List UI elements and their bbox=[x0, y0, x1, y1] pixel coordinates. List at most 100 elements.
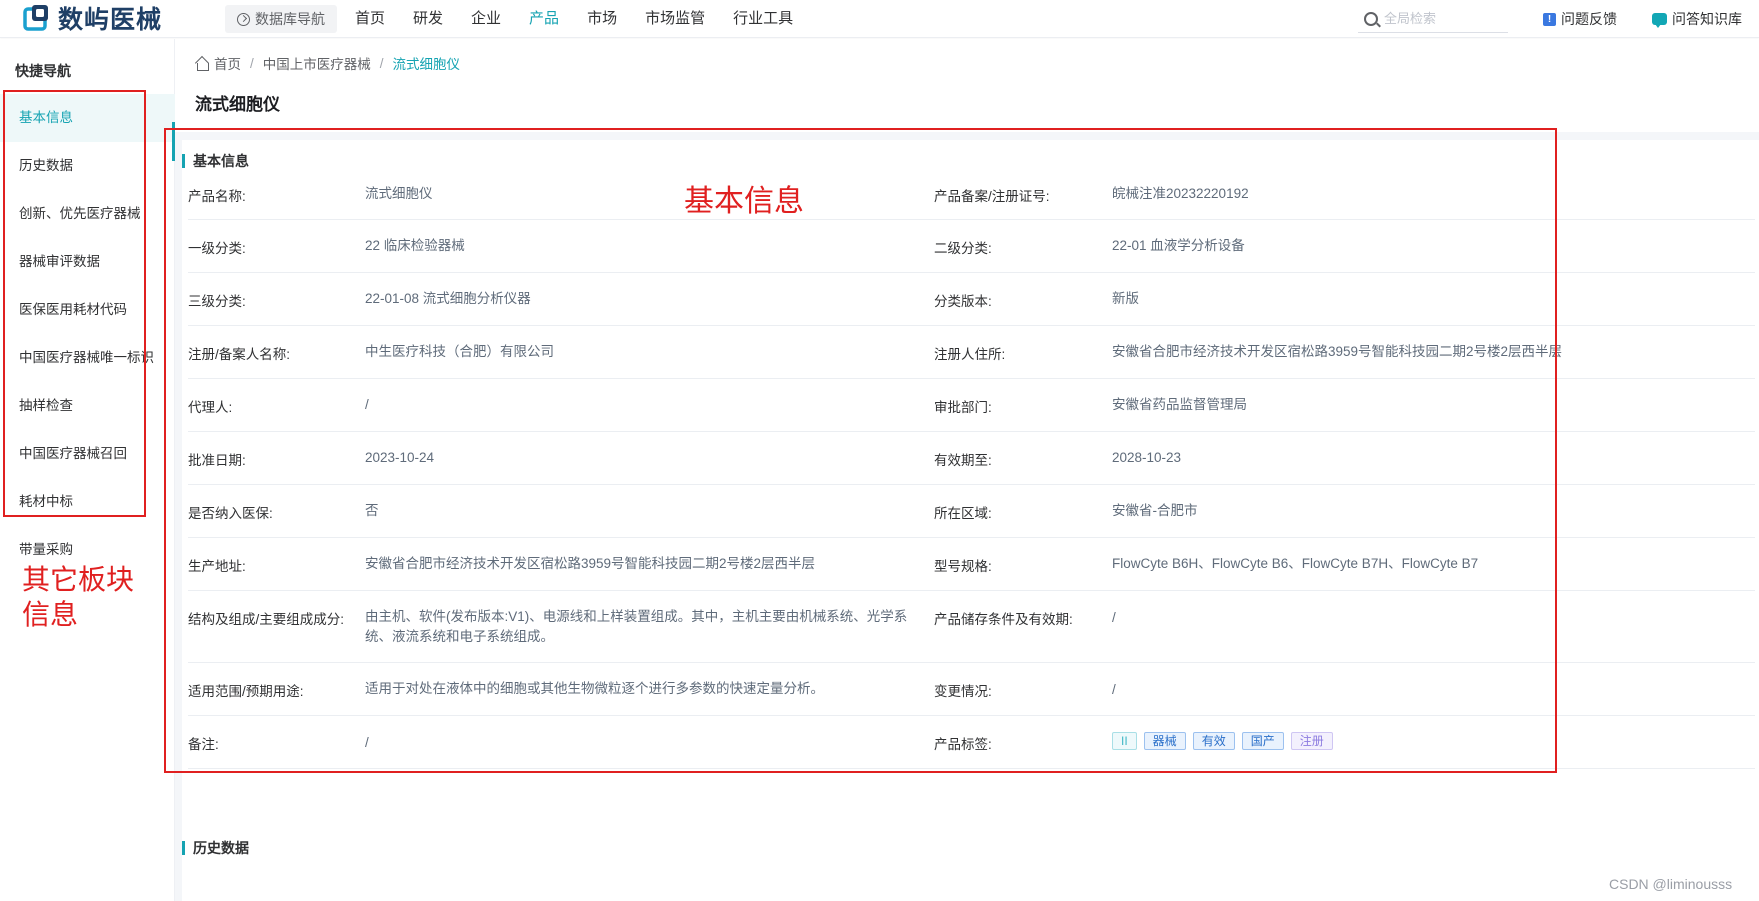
field-value: 22-01-08 流式细胞分析仪器 bbox=[365, 291, 531, 306]
sidebar-item-udi[interactable]: 中国医疗器械唯一标识 bbox=[0, 334, 175, 382]
sidebar-list: 基本信息 历史数据 创新、优先医疗器械 器械审评数据 医保医用耗材代码 中国医疗… bbox=[0, 94, 175, 574]
field-value: / bbox=[365, 735, 369, 750]
table-row: 备注: / 产品标签: II 器械 有效 国产 注册 bbox=[188, 716, 1755, 769]
field-label: 适用范围/预期用途: bbox=[188, 684, 304, 699]
sidebar-item-basic-info[interactable]: 基本信息 bbox=[0, 94, 175, 142]
breadcrumb: 首页 / 中国上市医疗器械 / 流式细胞仪 bbox=[195, 53, 460, 73]
knowledge-base-link[interactable]: 问答知识库 bbox=[1652, 0, 1742, 38]
nav-item-product[interactable]: 产品 bbox=[529, 0, 559, 38]
field-label: 代理人: bbox=[188, 400, 233, 415]
database-nav-button[interactable]: 数据库导航 bbox=[225, 5, 337, 33]
annotation-label-side-1: 其它板块 bbox=[22, 563, 135, 596]
field-label: 型号规格: bbox=[934, 559, 992, 574]
sidebar-item-sampling-inspection[interactable]: 抽样检查 bbox=[0, 382, 175, 430]
table-row: 产品名称: 流式细胞仪 产品备案/注册证号: 皖械注准20232220192 bbox=[188, 167, 1755, 220]
section-accent-bar bbox=[182, 841, 185, 855]
field-label: 一级分类: bbox=[188, 241, 246, 256]
page-title: 流式细胞仪 bbox=[195, 95, 280, 114]
tag-device: 器械 bbox=[1143, 732, 1186, 750]
sidebar-item-recall[interactable]: 中国医疗器械召回 bbox=[0, 430, 175, 478]
sidebar-item-insurance-codes[interactable]: 医保医用耗材代码 bbox=[0, 286, 175, 334]
basic-info-table: 产品名称: 流式细胞仪 产品备案/注册证号: 皖械注准20232220192 一… bbox=[188, 167, 1755, 769]
field-label: 产品备案/注册证号: bbox=[934, 189, 1050, 204]
field-value: FlowCyte B6H、FlowCyte B6、FlowCyte B7H、Fl… bbox=[1112, 556, 1479, 571]
field-label: 所在区域: bbox=[934, 506, 992, 521]
breadcrumb-current: 流式细胞仪 bbox=[392, 57, 461, 72]
field-label: 注册/备案人名称: bbox=[188, 347, 291, 362]
logo[interactable]: 数屿医械 bbox=[22, 0, 162, 36]
field-value: 22 临床检验器械 bbox=[365, 238, 465, 253]
feedback-label: 问题反馈 bbox=[1561, 11, 1617, 27]
nav-item-rnd[interactable]: 研发 bbox=[413, 0, 443, 38]
field-value: 否 bbox=[365, 503, 379, 518]
field-value: 适用于对处在液体中的细胞或其他生物微粒逐个进行多参数的快速定量分析。 bbox=[365, 681, 824, 696]
field-label: 审批部门: bbox=[934, 400, 992, 415]
main-nav: 首页 研发 企业 产品 市场 市场监管 行业工具 bbox=[355, 0, 821, 38]
page-header: 首页 / 中国上市医疗器械 / 流式细胞仪 流式细胞仪 bbox=[175, 39, 1759, 132]
field-value: 新版 bbox=[1112, 291, 1139, 306]
compass-icon bbox=[237, 12, 250, 26]
feedback-link[interactable]: ! 问题反馈 bbox=[1543, 0, 1617, 38]
field-value: 安徽省合肥市经济技术开发区宿松路3959号智能科技园二期2号楼2层西半层 bbox=[1112, 344, 1563, 359]
annotation-label-side-2: 信息 bbox=[22, 598, 79, 631]
sidebar-item-review-data[interactable]: 器械审评数据 bbox=[0, 238, 175, 286]
field-value: 安徽省-合肥市 bbox=[1112, 503, 1198, 518]
field-label: 三级分类: bbox=[188, 294, 246, 309]
field-label: 产品标签: bbox=[934, 737, 992, 752]
table-row: 结构及组成/主要组成成分: 由主机、软件(发布版本:V1)、电源线和上样装置组成… bbox=[188, 591, 1755, 663]
table-row: 注册/备案人名称: 中生医疗科技（合肥）有限公司 注册人住所: 安徽省合肥市经济… bbox=[188, 326, 1755, 379]
field-label: 是否纳入医保: bbox=[188, 506, 273, 521]
field-value: 安徽省合肥市经济技术开发区宿松路3959号智能科技园二期2号楼2层西半层 bbox=[365, 556, 816, 571]
nav-item-industry-tools[interactable]: 行业工具 bbox=[733, 0, 793, 38]
field-label: 生产地址: bbox=[188, 559, 246, 574]
table-row: 批准日期: 2023-10-24 有效期至: 2028-10-23 bbox=[188, 432, 1755, 485]
field-label: 结构及组成/主要组成成分: bbox=[188, 612, 345, 627]
nav-item-market[interactable]: 市场 bbox=[587, 0, 617, 38]
breadcrumb-separator: / bbox=[379, 55, 384, 71]
top-header: 数屿医械 数据库导航 首页 研发 企业 产品 市场 市场监管 行业工具 ! 问题… bbox=[0, 0, 1759, 38]
field-label: 注册人住所: bbox=[934, 347, 1006, 362]
section-accent-bar bbox=[182, 154, 185, 168]
history-data-header: 历史数据 bbox=[182, 838, 249, 858]
field-value: 由主机、软件(发布版本:V1)、电源线和上样装置组成。其中，主机主要由机械系统、… bbox=[365, 609, 908, 644]
table-row: 三级分类: 22-01-08 流式细胞分析仪器 分类版本: 新版 bbox=[188, 273, 1755, 326]
field-label: 产品名称: bbox=[188, 189, 246, 204]
search-input[interactable] bbox=[1384, 11, 1494, 26]
breadcrumb-home[interactable]: 首页 bbox=[214, 53, 241, 73]
field-value: 2023-10-24 bbox=[365, 450, 435, 465]
field-value: 22-01 血液学分析设备 bbox=[1112, 238, 1245, 253]
nav-item-home[interactable]: 首页 bbox=[355, 0, 385, 38]
table-row: 是否纳入医保: 否 所在区域: 安徽省-合肥市 bbox=[188, 485, 1755, 538]
sidebar-item-bid-win[interactable]: 耗材中标 bbox=[0, 478, 175, 526]
field-label: 二级分类: bbox=[934, 241, 992, 256]
nav-item-market-regulation[interactable]: 市场监管 bbox=[645, 0, 705, 38]
global-search bbox=[1358, 5, 1508, 33]
quick-nav-sidebar: 快捷导航 基本信息 历史数据 创新、优先医疗器械 器械审评数据 医保医用耗材代码… bbox=[0, 39, 175, 901]
field-label: 分类版本: bbox=[934, 294, 992, 309]
chat-bubble-icon bbox=[1652, 13, 1667, 28]
field-label: 变更情况: bbox=[934, 684, 992, 699]
search-icon[interactable] bbox=[1364, 11, 1378, 26]
nav-item-enterprise[interactable]: 企业 bbox=[471, 0, 501, 38]
table-row: 代理人: / 审批部门: 安徽省药品监督管理局 bbox=[188, 379, 1755, 432]
logo-text: 数屿医械 bbox=[58, 6, 163, 34]
breadcrumb-level2[interactable]: 中国上市医疗器械 bbox=[263, 53, 371, 73]
table-row: 适用范围/预期用途: 适用于对处在液体中的细胞或其他生物微粒逐个进行多参数的快速… bbox=[188, 663, 1755, 716]
info-icon: ! bbox=[1543, 12, 1556, 26]
sidebar-item-innovative-devices[interactable]: 创新、优先医疗器械 bbox=[0, 190, 175, 238]
field-label: 有效期至: bbox=[934, 453, 992, 468]
basic-info-card: 基本信息 产品名称: 流式细胞仪 产品备案/注册证号: 皖械注准20232220… bbox=[182, 140, 1759, 901]
field-label: 备注: bbox=[188, 737, 219, 752]
home-icon[interactable] bbox=[195, 57, 209, 71]
tag-domestic: 国产 bbox=[1241, 732, 1284, 750]
field-label: 产品储存条件及有效期: bbox=[934, 612, 1073, 627]
tag-registration: 注册 bbox=[1290, 732, 1333, 750]
sidebar-item-history[interactable]: 历史数据 bbox=[0, 142, 175, 190]
tag-valid: 有效 bbox=[1192, 732, 1235, 750]
tag-class: II bbox=[1112, 732, 1137, 750]
main-content: 首页 / 中国上市医疗器械 / 流式细胞仪 流式细胞仪 基本信息 产品名称: 流… bbox=[175, 39, 1759, 901]
watermark: CSDN @liminousss bbox=[1609, 876, 1733, 892]
table-row: 生产地址: 安徽省合肥市经济技术开发区宿松路3959号智能科技园二期2号楼2层西… bbox=[188, 538, 1755, 591]
product-tags: II 器械 有效 国产 注册 bbox=[1112, 731, 1752, 751]
field-value: / bbox=[1112, 610, 1116, 625]
